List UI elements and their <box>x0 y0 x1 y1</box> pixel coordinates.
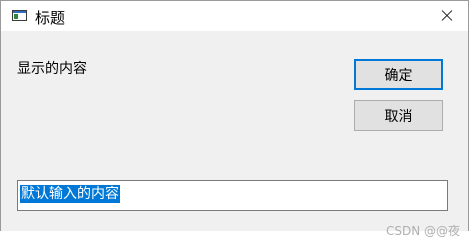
ok-button[interactable]: 确定 <box>354 59 443 90</box>
dialog-window: 标题 显示的内容 确定 取消 默认输入的内容 <box>0 0 469 231</box>
ok-button-label: 确定 <box>384 67 413 84</box>
cancel-button[interactable]: 取消 <box>354 100 443 131</box>
input-selected-text: 默认输入的内容 <box>20 185 120 203</box>
window-title: 标题 <box>35 9 66 27</box>
cancel-button-label: 取消 <box>384 108 413 125</box>
prompt-label: 显示的内容 <box>17 61 87 77</box>
text-input[interactable]: 默认输入的内容 <box>17 180 448 211</box>
watermark: CSDN @@夜 <box>385 224 460 238</box>
dialog-body: 显示的内容 确定 取消 默认输入的内容 <box>1 31 468 231</box>
window-app-icon <box>12 10 27 21</box>
close-icon[interactable] <box>424 1 468 31</box>
title-bar[interactable]: 标题 <box>1 1 468 31</box>
